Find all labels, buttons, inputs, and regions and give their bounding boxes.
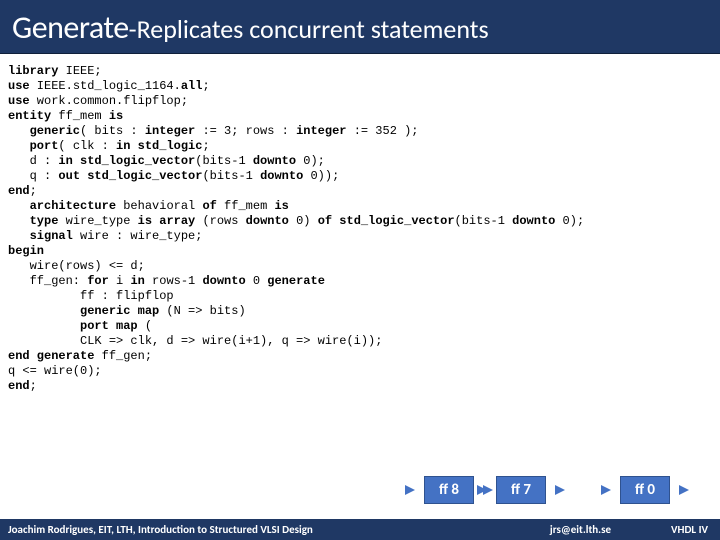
arrow-icon <box>555 485 565 495</box>
ff-label: ff 0 <box>635 481 655 499</box>
footer-email: jrs@eit.lth.se <box>550 523 611 536</box>
ff-label: ff 8 <box>439 481 459 499</box>
flipflop-diagram: ff 8 ff 7 ff 0 <box>424 476 670 504</box>
ff-box-0: ff 0 <box>620 476 670 504</box>
arrow-icon <box>477 485 487 495</box>
ff-box-8: ff 8 <box>424 476 474 504</box>
arrow-icon <box>601 485 611 495</box>
title-bar: Generate-Replicates concurrent statement… <box>0 0 720 54</box>
code-block: library IEEE; use IEEE.std_logic_1164.al… <box>0 54 720 398</box>
arrow-icon <box>679 485 689 495</box>
arrow-icon <box>405 485 415 495</box>
ff-box-7: ff 7 <box>496 476 546 504</box>
ff-label: ff 7 <box>511 481 531 499</box>
title-sub: -Replicates concurrent statements <box>129 13 489 45</box>
title-main: Generate <box>12 8 129 47</box>
footer-author: Joachim Rodrigues, EIT, LTH, Introductio… <box>8 523 313 536</box>
footer-section: VHDL IV <box>671 523 708 536</box>
footer-bar: Joachim Rodrigues, EIT, LTH, Introductio… <box>0 519 720 540</box>
